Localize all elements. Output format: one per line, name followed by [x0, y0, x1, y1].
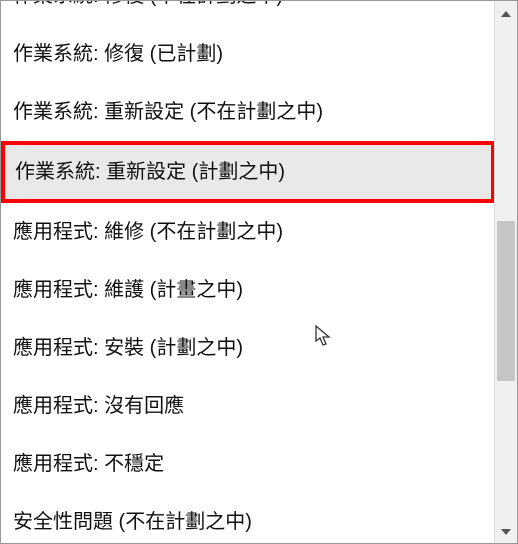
list-item-label: 安全性問題 (不在計劃之中) — [13, 511, 252, 533]
list-item-label: 應用程式: 不穩定 — [13, 453, 164, 475]
list-item-label: 應用程式: 安裝 (計劃之中) — [13, 337, 243, 359]
list-item[interactable]: 應用程式: 不穩定 — [1, 435, 495, 493]
list-item-label: 作業系統: 修復 (已計劃) — [13, 43, 223, 65]
list-item[interactable]: 應用程式: 安裝 (計劃之中) — [1, 319, 495, 377]
chevron-down-icon — [501, 524, 511, 538]
list-item-highlighted[interactable]: 作業系統: 重新設定 (計劃之中) — [1, 141, 495, 203]
chevron-up-icon — [501, 6, 511, 20]
list-item[interactable]: 應用程式: 維修 (不在計劃之中) — [1, 203, 495, 261]
list-item-label: 作業系統: 重新設定 (計劃之中) — [15, 161, 285, 183]
dropdown-list-window: 作業系統: 修復 (不在計劃之中) 作業系統: 修復 (已計劃) 作業系統: 重… — [0, 0, 518, 544]
list-item[interactable]: 作業系統: 修復 (不在計劃之中) — [1, 1, 495, 25]
list-item-label: 應用程式: 維修 (不在計劃之中) — [13, 221, 283, 243]
scroll-up-button[interactable] — [495, 1, 517, 25]
vertical-scrollbar[interactable] — [494, 1, 517, 543]
list-item[interactable]: 作業系統: 修復 (已計劃) — [1, 25, 495, 83]
list-item[interactable]: 應用程式: 沒有回應 — [1, 377, 495, 435]
list-item-label: 作業系統: 重新設定 (不在計劃之中) — [13, 101, 323, 123]
list-item-label: 應用程式: 沒有回應 — [13, 395, 184, 417]
list-item-label: 作業系統: 修復 (不在計劃之中) — [13, 1, 283, 7]
list-item[interactable]: 作業系統: 重新設定 (不在計劃之中) — [1, 83, 495, 141]
scroll-down-button[interactable] — [495, 519, 517, 543]
list-container: 作業系統: 修復 (不在計劃之中) 作業系統: 修復 (已計劃) 作業系統: 重… — [1, 1, 495, 543]
list-item[interactable]: 安全性問題 (不在計劃之中) — [1, 493, 495, 535]
list-item[interactable]: 應用程式: 維護 (計畫之中) — [1, 261, 495, 319]
list-item-label: 應用程式: 維護 (計畫之中) — [13, 279, 243, 301]
scrollbar-thumb[interactable] — [497, 221, 515, 381]
